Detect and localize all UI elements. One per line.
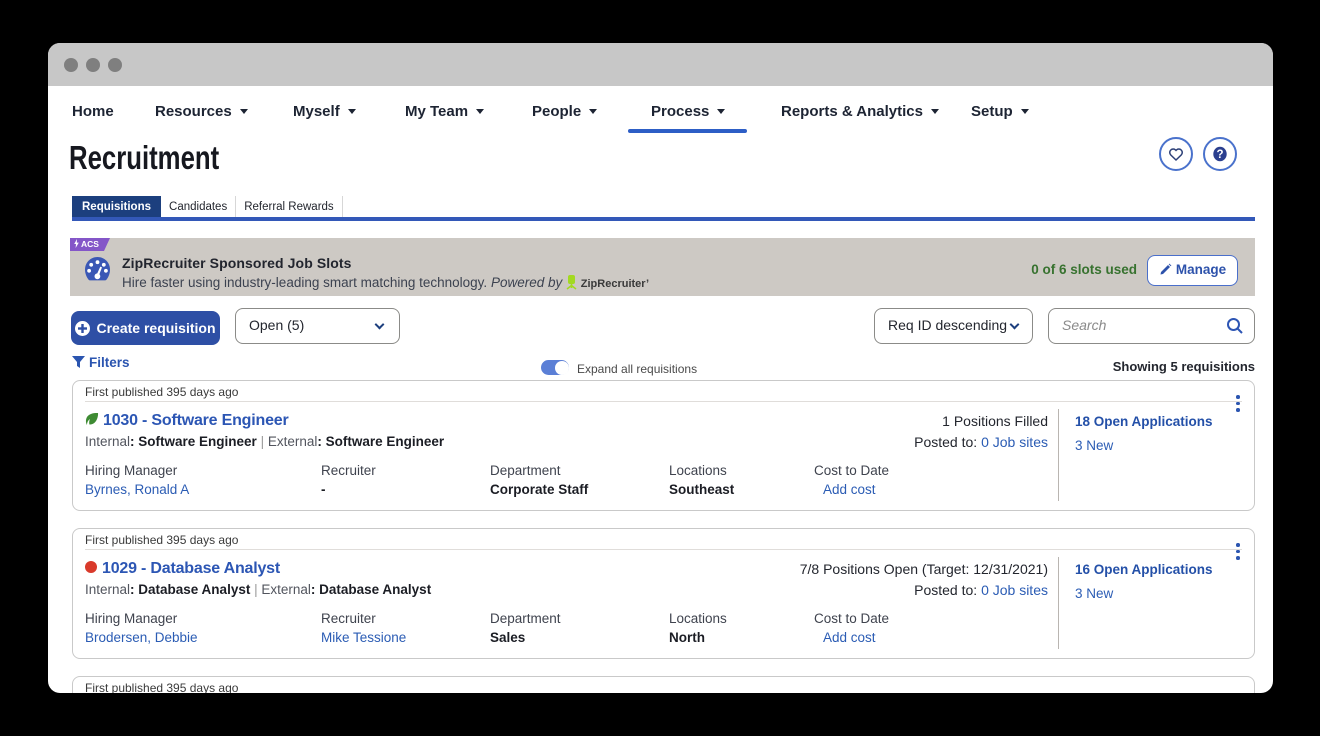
svg-text:?: ?	[1216, 149, 1223, 161]
